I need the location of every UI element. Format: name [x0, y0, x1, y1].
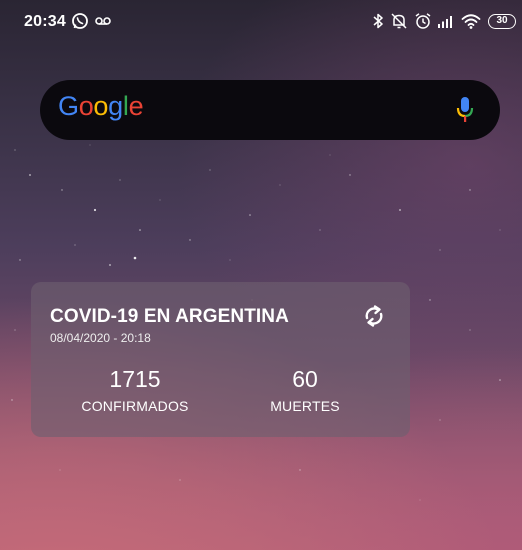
clock: 20:34: [24, 13, 66, 30]
confirmed-label: CONFIRMADOS: [81, 398, 189, 414]
refresh-icon[interactable]: [361, 303, 387, 334]
confirmed-count: 1715: [109, 366, 161, 392]
whatsapp-icon: [71, 12, 89, 35]
wifi-icon: [461, 12, 481, 35]
google-logo-letter: G: [58, 91, 79, 121]
notifications-off-icon: [390, 12, 408, 35]
deaths-count: 60: [292, 366, 318, 392]
google-logo: Google: [58, 91, 144, 122]
google-logo-letter: e: [128, 91, 144, 121]
google-search-bar[interactable]: Google: [40, 80, 500, 140]
widget-title: COVID-19 EN ARGENTINA: [50, 306, 289, 327]
mic-icon[interactable]: [456, 96, 474, 129]
google-logo-letter: o: [78, 91, 94, 121]
deaths-label: MUERTES: [270, 398, 340, 414]
widget-updated-datetime: 08/04/2020 - 20:18: [50, 331, 151, 345]
covid-widget[interactable]: COVID-19 EN ARGENTINA 08/04/2020 - 20:18…: [31, 282, 410, 437]
voicemail-icon: [95, 14, 111, 32]
google-logo-letter: o: [93, 91, 109, 121]
alarm-icon: [414, 12, 432, 35]
status-bar: 20:34 30: [0, 0, 522, 44]
battery-icon: 30: [488, 14, 516, 29]
google-logo-letter: g: [108, 91, 123, 121]
bluetooth-icon: [372, 12, 384, 35]
signal-icon: [437, 12, 455, 35]
